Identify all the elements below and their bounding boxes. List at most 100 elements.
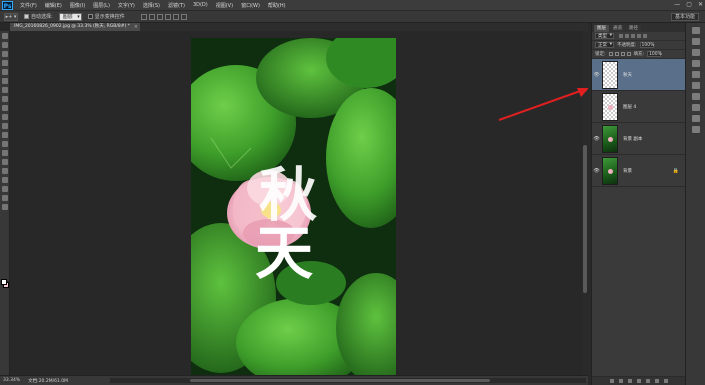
filter-shape-icon[interactable] (637, 34, 641, 38)
brush-panel-icon[interactable] (692, 115, 700, 122)
show-transform-checkbox[interactable] (87, 14, 93, 19)
layer-row-autumn-text[interactable]: 👁 秋天 (592, 59, 685, 91)
tool-preset-picker[interactable]: ▸+ ▾ (4, 12, 18, 21)
auto-select-option[interactable]: 自动选择: (24, 13, 53, 20)
lock-pixels-icon[interactable] (614, 52, 619, 56)
lock-all-icon[interactable] (626, 52, 631, 56)
pen-tool-icon[interactable] (2, 159, 8, 165)
workspace-dropdown[interactable]: 基本功能 (671, 13, 699, 21)
move-tool-icon[interactable] (2, 33, 8, 39)
color-panel-icon[interactable] (692, 49, 700, 56)
marquee-tool-icon[interactable] (2, 42, 8, 48)
align-bottom-icon[interactable] (156, 13, 163, 20)
delete-layer-icon[interactable] (664, 379, 668, 383)
align-hcenter-icon[interactable] (172, 13, 179, 20)
menu-select[interactable]: 选择(S) (139, 2, 164, 9)
menu-file[interactable]: 文件(F) (16, 2, 41, 9)
minimize-icon[interactable]: — (674, 1, 680, 8)
history-brush-tool-icon[interactable] (2, 114, 8, 120)
menu-type[interactable]: 文字(Y) (114, 2, 139, 9)
layer-row-background-copy[interactable]: 👁 背景 副本 (592, 123, 685, 155)
close-window-icon[interactable]: ✕ (698, 1, 703, 8)
eraser-tool-icon[interactable] (2, 123, 8, 129)
menu-filter[interactable]: 滤镜(T) (164, 2, 189, 9)
filter-pixel-icon[interactable] (619, 34, 623, 38)
layer-row-background[interactable]: 👁 背景 🔒 (592, 155, 685, 187)
eye-icon[interactable]: 👁 (592, 136, 601, 142)
dodge-tool-icon[interactable] (2, 150, 8, 156)
lock-transparent-icon[interactable] (608, 52, 613, 56)
maximize-icon[interactable]: ▢ (686, 1, 692, 8)
zoom-tool-icon[interactable] (2, 204, 8, 210)
menu-help[interactable]: 帮助(H) (264, 2, 290, 9)
paragraph-panel-icon[interactable] (692, 104, 700, 111)
opacity-input[interactable]: 100% (639, 42, 654, 48)
filter-smart-icon[interactable] (643, 34, 647, 38)
show-transform-option[interactable]: 显示变换控件 (87, 13, 125, 20)
menu-image[interactable]: 图像(I) (66, 2, 89, 9)
auto-select-target-dropdown[interactable]: 图层 (58, 12, 82, 21)
shape-tool-icon[interactable] (2, 186, 8, 192)
filter-kind-dropdown[interactable]: 类型 (595, 33, 614, 39)
menu-3d[interactable]: 3D(D) (189, 2, 212, 8)
close-icon[interactable]: × (134, 23, 138, 31)
styles-panel-icon[interactable] (692, 82, 700, 89)
align-top-icon[interactable] (140, 13, 147, 20)
layer-name[interactable]: 背景 副本 (623, 136, 642, 142)
layer-name[interactable]: 图层 4 (623, 104, 636, 110)
align-right-icon[interactable] (180, 13, 187, 20)
vertical-scroll-thumb[interactable] (583, 145, 587, 293)
clone-stamp-tool-icon[interactable] (2, 105, 8, 111)
healing-brush-tool-icon[interactable] (2, 87, 8, 93)
eye-icon[interactable]: 👁 (592, 72, 601, 78)
history-panel-icon[interactable] (692, 27, 700, 34)
horizontal-scrollbar[interactable] (110, 378, 586, 383)
align-vcenter-icon[interactable] (148, 13, 155, 20)
document-tab[interactable]: IMG_20160826_0902.jpg @ 33.3% (秋天, RGB/8… (10, 23, 140, 31)
document-info[interactable]: 文档:20.2M/61.0M (28, 378, 68, 384)
actions-panel-icon[interactable] (692, 126, 700, 133)
lasso-tool-icon[interactable] (2, 51, 8, 57)
new-layer-icon[interactable] (655, 379, 659, 383)
tab-channels[interactable]: 通道 (610, 25, 625, 32)
fill-input[interactable]: 100% (647, 51, 662, 57)
tab-layers[interactable]: 图层 (594, 25, 609, 32)
menu-view[interactable]: 视图(V) (212, 2, 237, 9)
character-panel-icon[interactable] (692, 93, 700, 100)
layer-name[interactable]: 背景 (623, 168, 632, 174)
menu-edit[interactable]: 编辑(E) (41, 2, 66, 9)
path-select-tool-icon[interactable] (2, 177, 8, 183)
menu-window[interactable]: 窗口(W) (237, 2, 264, 9)
tab-paths[interactable]: 路径 (626, 25, 641, 32)
properties-panel-icon[interactable] (692, 38, 700, 45)
document-canvas[interactable]: 秋 天 (191, 38, 396, 378)
layer-row-layer-4[interactable]: 图层 4 (592, 91, 685, 123)
lock-position-icon[interactable] (620, 52, 625, 56)
eyedropper-tool-icon[interactable] (2, 78, 8, 84)
new-group-icon[interactable] (646, 379, 650, 383)
hand-tool-icon[interactable] (2, 195, 8, 201)
zoom-level[interactable]: 33.34% (3, 378, 20, 383)
blend-mode-dropdown[interactable]: 正常 (595, 42, 614, 48)
swatches-panel-icon[interactable] (692, 60, 700, 67)
brush-tool-icon[interactable] (2, 96, 8, 102)
menu-layer[interactable]: 图层(L) (89, 2, 114, 9)
layer-name[interactable]: 秋天 (623, 72, 632, 78)
filter-type-icon[interactable] (631, 34, 635, 38)
layer-style-icon[interactable] (619, 379, 623, 383)
adjustment-layer-icon[interactable] (637, 379, 641, 383)
horizontal-scroll-thumb[interactable] (190, 379, 490, 382)
adjustments-panel-icon[interactable] (692, 71, 700, 78)
link-layers-icon[interactable] (610, 379, 614, 383)
type-tool-icon[interactable] (2, 168, 8, 174)
crop-tool-icon[interactable] (2, 69, 8, 75)
auto-select-checkbox[interactable] (24, 14, 29, 19)
quick-select-tool-icon[interactable] (2, 60, 8, 66)
foreground-color-swatch[interactable] (1, 279, 7, 285)
blur-tool-icon[interactable] (2, 141, 8, 147)
align-left-icon[interactable] (164, 13, 171, 20)
filter-adjust-icon[interactable] (625, 34, 629, 38)
eye-icon[interactable]: 👁 (592, 168, 601, 174)
add-mask-icon[interactable] (628, 379, 632, 383)
gradient-tool-icon[interactable] (2, 132, 8, 138)
